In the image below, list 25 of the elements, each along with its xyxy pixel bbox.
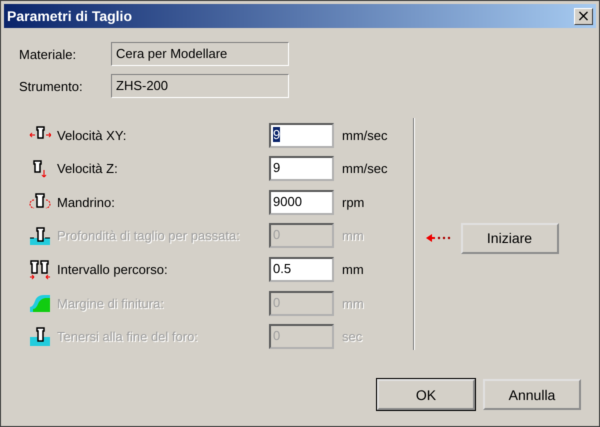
- cutter-icon: [29, 226, 51, 246]
- cutter-icon: [29, 260, 51, 280]
- readonly-field: ZHS-200: [111, 74, 289, 98]
- field-label: Intervallo percorso:: [57, 262, 169, 278]
- window-title: Parametri di Taglio: [7, 8, 132, 24]
- cutter-icon: [29, 326, 51, 347]
- field-label: Strumento:: [19, 78, 84, 94]
- field-label: Mandrino:: [57, 194, 116, 210]
- dialog-button[interactable]: Annulla: [483, 379, 581, 410]
- dialog-button[interactable]: OK: [377, 379, 475, 410]
- unit-label: mm/sec: [342, 128, 388, 142]
- slope-icon: [29, 293, 51, 314]
- unit-label: mm/sec: [342, 161, 388, 176]
- start-button[interactable]: Iniziare: [460, 222, 558, 254]
- field-label: Velocità XY:: [57, 128, 128, 142]
- field-label: Materiale:: [19, 46, 78, 62]
- field-label: Velocità Z:: [57, 161, 119, 176]
- input-field[interactable]: 9: [269, 156, 334, 182]
- unit-label: rpm: [342, 194, 364, 210]
- readonly-field: Cera per Modellare: [111, 42, 289, 66]
- input-field[interactable]: 9: [269, 122, 334, 148]
- input-field[interactable]: 0.5: [269, 257, 334, 282]
- close-button[interactable]: ×: [574, 8, 593, 24]
- unit-label: mm: [342, 262, 364, 278]
- input-field[interactable]: 9000: [269, 190, 334, 215]
